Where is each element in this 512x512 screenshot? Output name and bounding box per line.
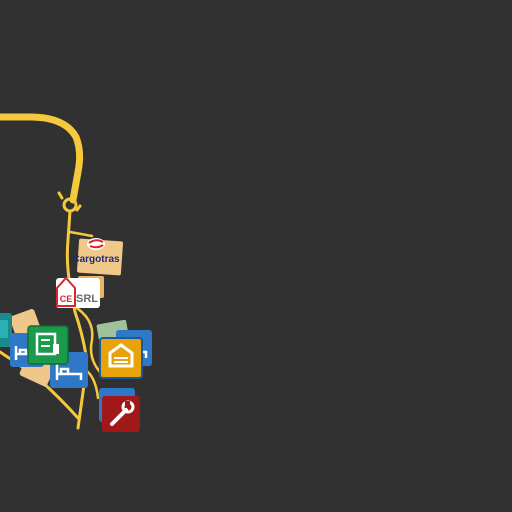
company-label-srl: SRL	[76, 293, 98, 305]
company-label-ce: CE	[60, 294, 73, 304]
service-icon[interactable]	[102, 396, 140, 432]
company-label-cargotras: Cargotras	[72, 254, 120, 265]
map-view[interactable]: Cargotras CE SRL	[0, 0, 512, 512]
cargotras-logo-icon	[87, 238, 105, 250]
truck-dealer-icon[interactable]	[27, 325, 69, 365]
garage-icon[interactable]	[99, 337, 143, 379]
company-cargotras-marker[interactable]: Cargotras	[72, 238, 123, 276]
company-srl-marker[interactable]: CE SRL	[56, 276, 100, 308]
